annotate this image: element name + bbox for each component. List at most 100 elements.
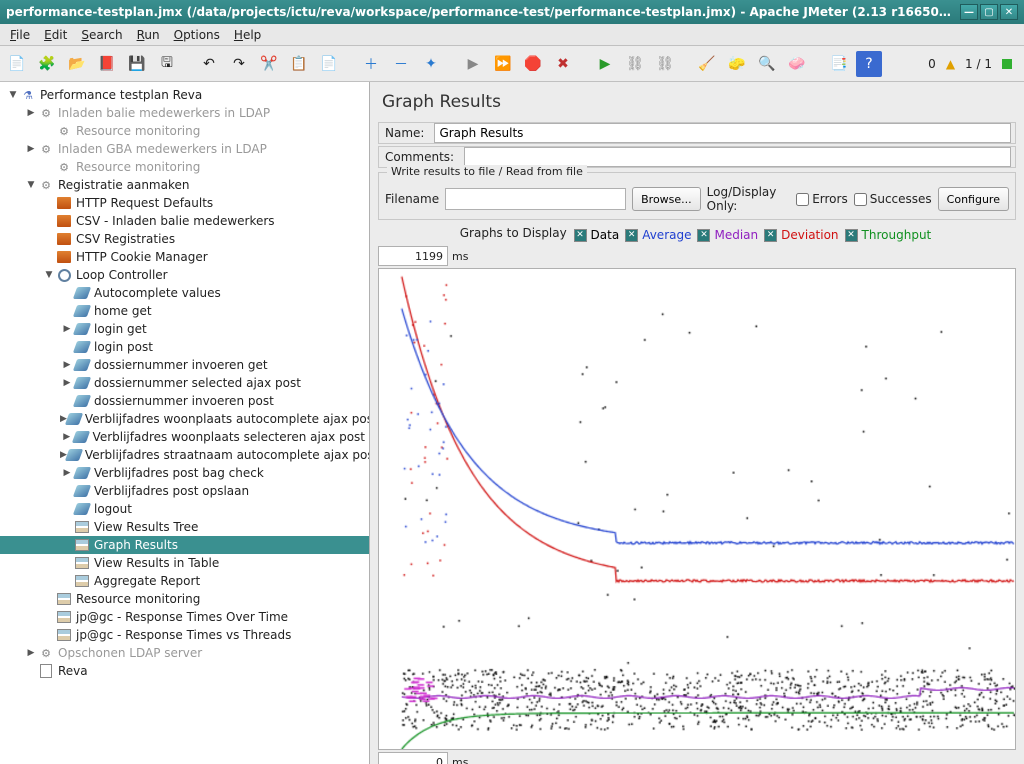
tree-node[interactable]: HTTP Cookie Manager — [0, 248, 369, 266]
gear-icon: ⚙ — [38, 106, 54, 120]
tree-node[interactable]: logout — [0, 500, 369, 518]
tree-node[interactable]: CSV Registraties — [0, 230, 369, 248]
tree-node[interactable]: dossiernummer invoeren post — [0, 392, 369, 410]
expand-icon[interactable]: ＋ — [358, 51, 384, 77]
close-button[interactable]: ✕ — [1000, 4, 1018, 20]
errors-checkbox[interactable]: Errors — [796, 192, 848, 206]
gear-icon: ⚙ — [38, 646, 54, 660]
successes-checkbox[interactable]: Successes — [854, 192, 932, 206]
tree-toggle-icon[interactable]: ▼ — [6, 90, 20, 100]
tree-node[interactable]: ▶Verblijfadres woonplaats autocomplete a… — [0, 410, 369, 428]
tree-node[interactable]: Aggregate Report — [0, 572, 369, 590]
tree-node[interactable]: ▶ dossiernummer selected ajax post — [0, 374, 369, 392]
name-input[interactable] — [434, 123, 1011, 143]
configure-button[interactable]: Configure — [938, 187, 1009, 211]
reset-search-icon[interactable]: 🧼 — [784, 51, 810, 77]
tree-node[interactable]: CSV - Inladen balie medewerkers — [0, 212, 369, 230]
remote-start-icon[interactable]: ▶ — [592, 51, 618, 77]
series-toggle-deviation[interactable]: ✕Deviation — [764, 228, 838, 242]
tree-toggle-icon[interactable]: ▶ — [24, 144, 38, 154]
save-as-icon[interactable]: 🖫 — [154, 51, 180, 77]
tree-toggle-icon[interactable]: ▶ — [24, 108, 38, 118]
tree-node-label: dossiernummer selected ajax post — [94, 376, 301, 390]
tree-toggle-icon[interactable]: ▶ — [60, 378, 74, 388]
series-toggle-median[interactable]: ✕Median — [697, 228, 758, 242]
close-icon[interactable]: 📕 — [94, 51, 120, 77]
tree-node[interactable]: Autocomplete values — [0, 284, 369, 302]
templates-icon[interactable]: 🧩 — [34, 51, 60, 77]
tree-node[interactable]: login post — [0, 338, 369, 356]
tree-node[interactable]: Reva — [0, 662, 369, 680]
start-no-timers-icon[interactable]: ⏩ — [490, 51, 516, 77]
tree-node[interactable]: ▶⚙Inladen balie medewerkers in LDAP — [0, 104, 369, 122]
req-icon — [74, 304, 90, 318]
tree-node[interactable]: ▼⚙Registratie aanmaken — [0, 176, 369, 194]
tree-toggle-icon[interactable]: ▶ — [60, 324, 74, 334]
tree-node[interactable]: ▶Verblijfadres straatnaam autocomplete a… — [0, 446, 369, 464]
menu-run[interactable]: Run — [131, 26, 166, 44]
redo-icon[interactable]: ↷ — [226, 51, 252, 77]
cut-icon[interactable]: ✂️ — [256, 51, 282, 77]
remote-stop-icon[interactable]: ⛓ — [652, 51, 678, 77]
tree-node[interactable]: ▶Verblijfadres woonplaats selecteren aja… — [0, 428, 369, 446]
browse-button[interactable]: Browse... — [632, 187, 701, 211]
tree-node[interactable]: ▶⚙Inladen GBA medewerkers in LDAP — [0, 140, 369, 158]
clear-icon[interactable]: 🧹 — [694, 51, 720, 77]
tree-node[interactable]: ▶login get — [0, 320, 369, 338]
menu-options[interactable]: Options — [168, 26, 226, 44]
tree-node[interactable]: home get — [0, 302, 369, 320]
shutdown-icon[interactable]: ✖ — [550, 51, 576, 77]
copy-icon[interactable]: 📋 — [286, 51, 312, 77]
series-toggle-throughput[interactable]: ✕Throughput — [845, 228, 932, 242]
menu-file[interactable]: File — [4, 26, 36, 44]
series-toggle-average[interactable]: ✕Average — [625, 228, 691, 242]
menu-edit[interactable]: Edit — [38, 26, 73, 44]
series-toggle-data[interactable]: ✕Data — [574, 228, 620, 242]
tree-node[interactable]: View Results Tree — [0, 518, 369, 536]
table-icon — [56, 592, 72, 606]
tree-node-label: HTTP Cookie Manager — [76, 250, 208, 264]
tree-node[interactable]: ▶dossiernummer invoeren get — [0, 356, 369, 374]
toggle-icon[interactable]: ✦ — [418, 51, 444, 77]
paste-icon[interactable]: 📄 — [316, 51, 342, 77]
start-icon[interactable]: ▶ — [460, 51, 486, 77]
tree-node[interactable]: ⚙Resource monitoring — [0, 158, 369, 176]
maximize-button[interactable]: ▢ — [980, 4, 998, 20]
tree-toggle-icon[interactable]: ▶ — [24, 648, 38, 658]
menu-help[interactable]: Help — [228, 26, 267, 44]
tree-node[interactable]: Graph Results — [0, 536, 369, 554]
test-plan-tree[interactable]: ▼⚗Performance testplan Reva▶⚙Inladen bal… — [0, 82, 370, 764]
tree-node[interactable]: ▼⚗Performance testplan Reva — [0, 86, 369, 104]
stop-icon[interactable]: 🛑 — [520, 51, 546, 77]
minimize-button[interactable]: — — [960, 4, 978, 20]
tree-node[interactable]: ⚙Resource monitoring — [0, 122, 369, 140]
tree-node[interactable]: jp@gc - Response Times Over Time — [0, 608, 369, 626]
comments-input[interactable] — [464, 147, 1011, 167]
open-icon[interactable]: 📂 — [64, 51, 90, 77]
tree-node[interactable]: Resource monitoring — [0, 590, 369, 608]
tree-node[interactable]: ▼Loop Controller — [0, 266, 369, 284]
filename-input[interactable] — [445, 188, 626, 210]
http-icon — [56, 232, 72, 246]
search-icon[interactable]: 🔍 — [754, 51, 780, 77]
tree-toggle-icon[interactable]: ▶ — [60, 468, 74, 478]
tree-toggle-icon[interactable]: ▶ — [60, 432, 73, 442]
collapse-icon[interactable]: － — [388, 51, 414, 77]
save-icon[interactable]: 💾 — [124, 51, 150, 77]
tree-toggle-icon[interactable]: ▼ — [42, 270, 56, 280]
tree-node[interactable]: jp@gc - Response Times vs Threads — [0, 626, 369, 644]
function-helper-icon[interactable]: 📑 — [826, 51, 852, 77]
new-icon[interactable]: 📄 — [4, 51, 30, 77]
undo-icon[interactable]: ↶ — [196, 51, 222, 77]
remote-start-all-icon[interactable]: ⛓ — [622, 51, 648, 77]
tree-toggle-icon[interactable]: ▼ — [24, 180, 38, 190]
tree-node[interactable]: View Results in Table — [0, 554, 369, 572]
help-icon[interactable]: ? — [856, 51, 882, 77]
menu-search[interactable]: Search — [75, 26, 128, 44]
clear-all-icon[interactable]: 🧽 — [724, 51, 750, 77]
tree-node[interactable]: ▶⚙Opschonen LDAP server — [0, 644, 369, 662]
tree-node[interactable]: Verblijfadres post opslaan — [0, 482, 369, 500]
tree-toggle-icon[interactable]: ▶ — [60, 360, 74, 370]
tree-node[interactable]: ▶Verblijfadres post bag check — [0, 464, 369, 482]
tree-node[interactable]: HTTP Request Defaults — [0, 194, 369, 212]
